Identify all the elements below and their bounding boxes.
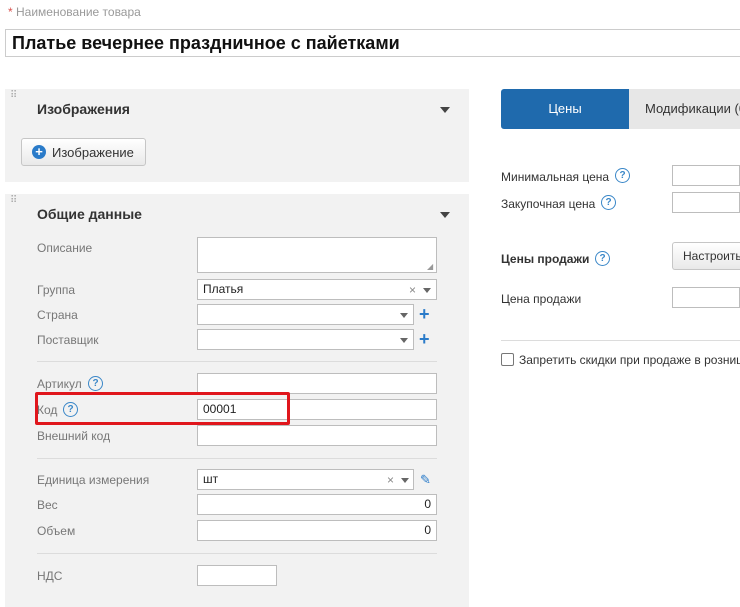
- group-chevron-down-icon[interactable]: [423, 288, 431, 293]
- external-code-input[interactable]: [197, 425, 437, 446]
- required-mark: *: [8, 5, 13, 19]
- purchase-price-label: Закупочная цена: [501, 197, 596, 211]
- external-code-label: Внешний код: [37, 429, 111, 443]
- volume-input[interactable]: 0: [197, 520, 437, 541]
- general-panel-title: Общие данные: [37, 206, 142, 222]
- group-clear-icon[interactable]: ×: [409, 284, 416, 296]
- tab-modifications[interactable]: Модификации (0): [629, 89, 740, 129]
- section-divider: [37, 458, 437, 459]
- section-divider: [37, 361, 437, 362]
- purchase-price-input[interactable]: [672, 192, 740, 213]
- vat-input[interactable]: [197, 565, 277, 586]
- general-panel-drag-icon[interactable]: ⠿: [10, 196, 17, 206]
- section-divider: [37, 553, 437, 554]
- setup-button[interactable]: Настроить: [672, 242, 740, 270]
- country-select[interactable]: [197, 304, 414, 325]
- description-textarea[interactable]: [197, 237, 437, 273]
- sale-prices-label: Цены продажи: [501, 252, 590, 266]
- article-help-icon[interactable]: ?: [88, 376, 103, 391]
- edit-unit-pencil-icon[interactable]: ✎: [420, 472, 431, 488]
- unit-clear-icon[interactable]: ×: [387, 474, 394, 486]
- description-label: Описание: [37, 241, 93, 255]
- vat-label: НДС: [37, 569, 63, 583]
- sale-price-input[interactable]: [672, 287, 740, 308]
- add-supplier-icon[interactable]: +: [419, 330, 430, 348]
- add-image-button-label: Изображение: [52, 144, 134, 160]
- plus-circle-icon: +: [32, 145, 46, 159]
- code-highlight-box: [35, 392, 290, 425]
- min-price-help-icon[interactable]: ?: [615, 168, 630, 183]
- min-price-label: Минимальная цена: [501, 170, 610, 184]
- supplier-chevron-down-icon[interactable]: [400, 338, 408, 343]
- unit-select[interactable]: шт: [197, 469, 414, 490]
- tab-prices[interactable]: Цены: [501, 89, 629, 129]
- group-label: Группа: [37, 283, 76, 297]
- country-chevron-down-icon[interactable]: [400, 313, 408, 318]
- volume-label: Объем: [37, 524, 76, 538]
- article-input[interactable]: [197, 373, 437, 394]
- images-panel-collapse-icon[interactable]: [440, 107, 450, 113]
- images-panel-drag-icon[interactable]: ⠿: [10, 91, 17, 101]
- supplier-label: Поставщик: [37, 333, 99, 347]
- supplier-select[interactable]: [197, 329, 414, 350]
- product-name-input[interactable]: Платье вечернее праздничное с пайетками: [5, 29, 740, 57]
- add-image-button[interactable]: + Изображение: [21, 138, 146, 166]
- purchase-price-help-icon[interactable]: ?: [601, 195, 616, 210]
- weight-input[interactable]: 0: [197, 494, 437, 515]
- add-country-icon[interactable]: +: [419, 305, 430, 323]
- section-divider: [501, 340, 740, 341]
- min-price-input[interactable]: [672, 165, 740, 186]
- product-name-label-text: Наименование товара: [16, 5, 141, 19]
- unit-label: Единица измерения: [37, 473, 150, 487]
- images-panel-title: Изображения: [37, 101, 130, 117]
- weight-label: Вес: [37, 498, 58, 512]
- product-name-label: * Наименование товара: [8, 5, 141, 19]
- unit-chevron-down-icon[interactable]: [401, 478, 409, 483]
- group-select[interactable]: Платья: [197, 279, 437, 300]
- article-label: Артикул: [37, 377, 82, 391]
- general-panel-collapse-icon[interactable]: [440, 212, 450, 218]
- sale-price-label: Цена продажи: [501, 292, 582, 306]
- resize-handle-icon[interactable]: ◢: [427, 263, 433, 271]
- country-label: Страна: [37, 308, 78, 322]
- sale-prices-help-icon[interactable]: ?: [595, 251, 610, 266]
- no-discount-checkbox[interactable]: [501, 353, 514, 366]
- no-discount-label: Запретить скидки при продаже в рознице: [519, 353, 740, 367]
